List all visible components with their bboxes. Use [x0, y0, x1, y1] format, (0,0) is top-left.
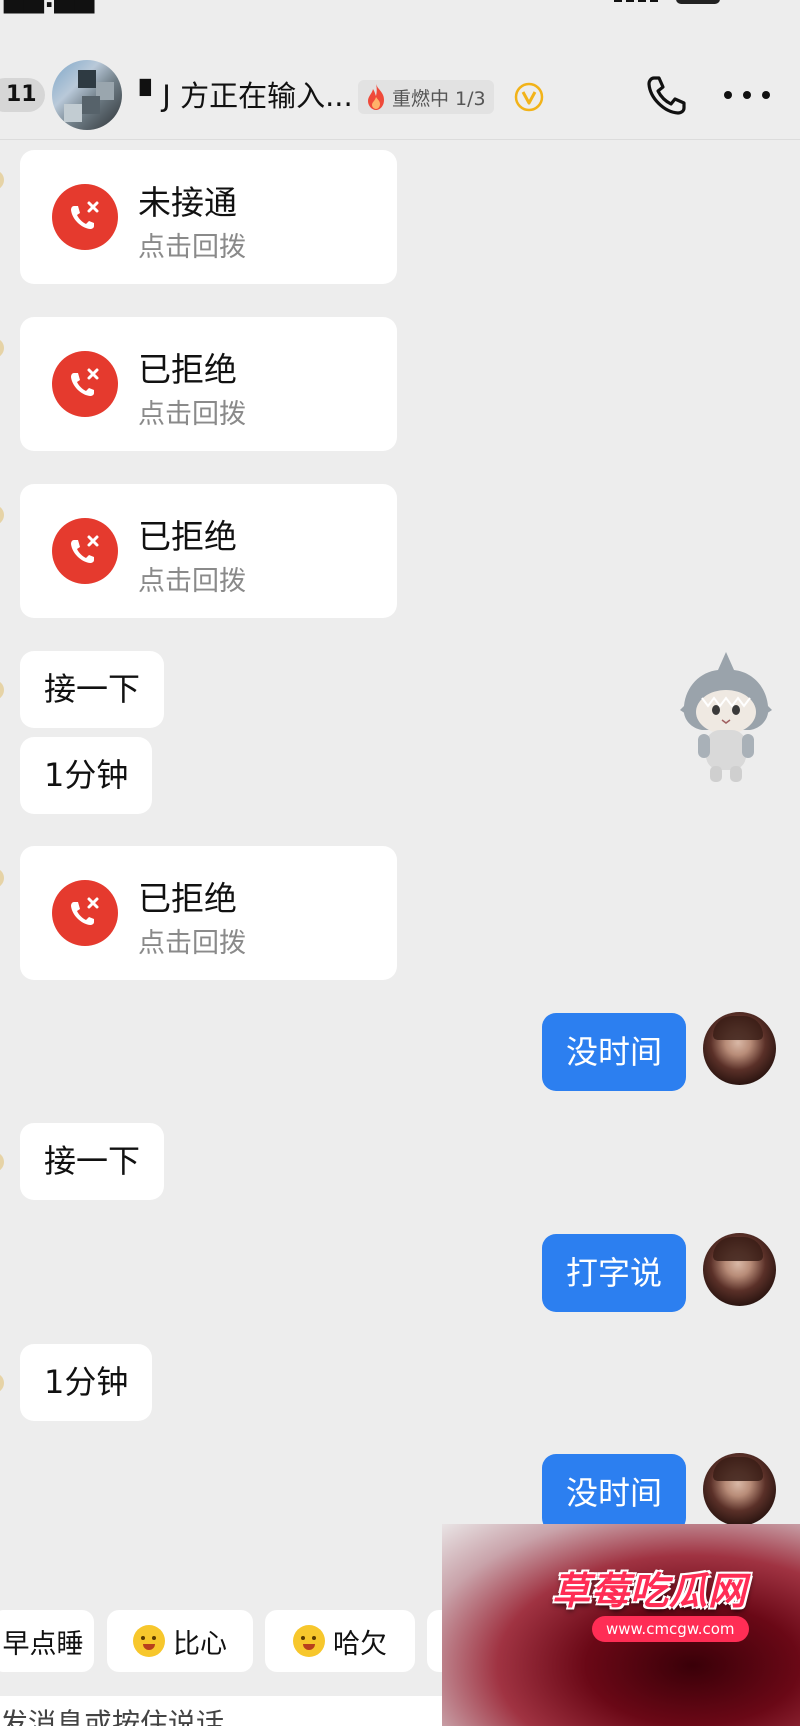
my-avatar[interactable] [703, 1233, 776, 1306]
call-record-card[interactable]: 已拒绝 点击回拨 [20, 484, 397, 618]
rejected-call-icon [52, 351, 118, 417]
call-back-hint: 点击回拨 [138, 399, 246, 430]
outgoing-message[interactable]: 没时间 [541, 1454, 686, 1532]
chat-screen: ▆▆:▆▆ 11 ▘J 方正在输入... 重燃中 1/3 [0, 0, 800, 1726]
back-unread-badge[interactable]: 11 [0, 78, 45, 112]
rejected-call-icon [52, 880, 118, 946]
message-input-placeholder[interactable]: 发消息或按住说话 [0, 1702, 224, 1726]
my-avatar[interactable] [703, 1453, 776, 1526]
quick-reply-chip[interactable]: 哈欠 [265, 1610, 415, 1672]
battery-icon [676, 0, 720, 4]
shark-cat-sticker[interactable] [676, 648, 776, 786]
call-back-hint: 点击回拨 [138, 566, 246, 597]
watermark-url: www.cmcgw.com [592, 1616, 749, 1642]
call-record-card[interactable]: 已拒绝 点击回拨 [20, 317, 397, 451]
call-record-card[interactable]: 已拒绝 点击回拨 [20, 846, 397, 980]
incoming-message[interactable]: 接一下 [20, 1123, 165, 1200]
call-status: 已拒绝 [138, 350, 237, 389]
incoming-message[interactable]: 1分钟 [20, 737, 153, 814]
contact-avatar-edge[interactable] [0, 1152, 4, 1172]
watermark: 草莓吃瓜网 www.cmcgw.com [442, 1524, 800, 1726]
call-back-hint: 点击回拨 [138, 232, 246, 263]
contact-avatar-edge[interactable] [0, 170, 4, 190]
missed-call-icon [52, 184, 118, 250]
quick-reply-chip[interactable]: 早点睡 [0, 1610, 94, 1672]
call-back-hint: 点击回拨 [138, 928, 246, 959]
quick-reply-label: 早点睡 [2, 1628, 84, 1660]
contact-avatar-edge[interactable] [0, 868, 4, 888]
my-avatar[interactable] [703, 1012, 776, 1085]
flame-icon [368, 84, 384, 110]
yawn-emoji-icon [293, 1625, 325, 1657]
outgoing-message[interactable]: 没时间 [541, 1013, 686, 1091]
contact-avatar-edge[interactable] [0, 338, 4, 358]
quick-reply-chip[interactable]: 比心 [107, 1610, 253, 1672]
status-time: ▆▆:▆▆ [4, 0, 94, 14]
heart-hands-emoji-icon [133, 1625, 165, 1657]
signal-icon [614, 0, 666, 2]
contact-avatar-edge[interactable] [0, 1373, 4, 1393]
outgoing-message[interactable]: 打字说 [541, 1234, 686, 1312]
contact-avatar-edge[interactable] [0, 505, 4, 525]
contact-avatar[interactable] [52, 60, 122, 130]
call-status: 已拒绝 [138, 879, 237, 918]
more-options-icon[interactable] [724, 78, 770, 112]
quick-reply-label: 比心 [173, 1628, 227, 1660]
flame-streak-badge[interactable]: 重燃中 1/3 [358, 80, 494, 114]
rejected-call-icon [52, 518, 118, 584]
chat-header: 11 ▘J 方正在输入... 重燃中 1/3 [0, 50, 800, 140]
call-record-card[interactable]: 未接通 点击回拨 [20, 150, 397, 284]
call-status: 未接通 [138, 183, 237, 222]
incoming-message[interactable]: 1分钟 [20, 1344, 153, 1421]
contact-avatar-edge[interactable] [0, 680, 4, 700]
watermark-logo: 草莓吃瓜网 [552, 1569, 748, 1613]
call-status: 已拒绝 [138, 517, 237, 556]
incoming-message[interactable]: 接一下 [20, 651, 165, 728]
chat-title[interactable]: ▘J 方正在输入... [140, 76, 353, 116]
vip-badge-icon [514, 82, 544, 112]
status-bar: ▆▆:▆▆ [0, 0, 800, 14]
flame-label: 重燃中 1/3 [392, 87, 486, 110]
quick-reply-label: 哈欠 [333, 1628, 387, 1660]
phone-call-icon[interactable] [644, 72, 690, 118]
